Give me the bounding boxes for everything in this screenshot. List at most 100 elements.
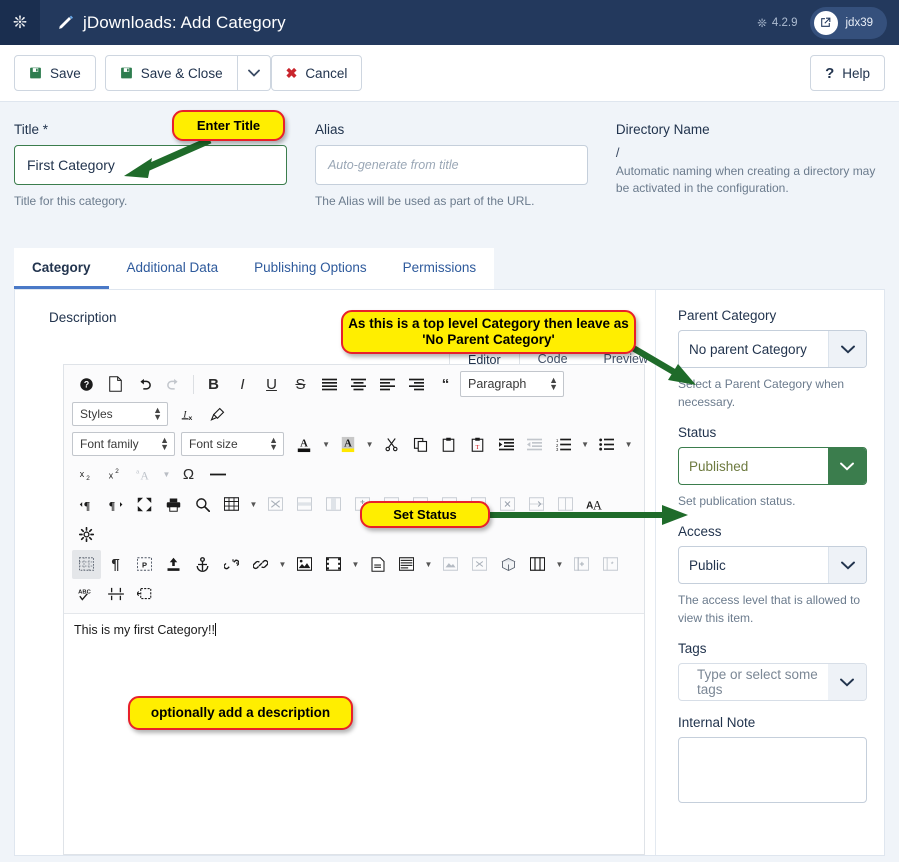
numbered-list-caret-icon[interactable]: ▼ (578, 430, 593, 459)
clear-formatting-brush-icon[interactable] (203, 400, 232, 429)
copy-icon[interactable] (406, 430, 435, 459)
spellchecker-icon[interactable]: ABC (72, 580, 101, 609)
parent-category-select[interactable]: No parent Category (678, 330, 867, 369)
delete-table-icon (261, 490, 290, 519)
access-select[interactable]: Public (678, 546, 867, 585)
print-icon[interactable] (159, 490, 188, 519)
title-input[interactable]: First Category (14, 145, 287, 185)
save-and-close-button[interactable]: Save & Close (104, 55, 238, 91)
numbered-list-icon[interactable]: 123 (549, 430, 578, 459)
help-icon[interactable]: ? (72, 370, 101, 399)
columns-icon[interactable] (523, 550, 552, 579)
chevron-down-icon[interactable] (828, 664, 866, 701)
article-icon[interactable] (363, 550, 392, 579)
horizontal-rule-icon[interactable] (203, 460, 232, 489)
indent-icon[interactable] (492, 430, 521, 459)
rtl-direction-icon[interactable]: ¶ (101, 490, 130, 519)
link-caret-icon[interactable]: ▼ (275, 550, 290, 579)
save-button[interactable]: Save (14, 55, 96, 91)
help-button[interactable]: ? Help (810, 55, 885, 91)
paragraph-format-value: Paragraph (468, 377, 527, 392)
unlink-icon[interactable] (217, 550, 246, 579)
editor-content-area[interactable]: This is my first Category!! (64, 614, 644, 646)
background-color-icon[interactable]: A (334, 430, 363, 459)
undo-icon[interactable] (130, 370, 159, 399)
page-break-icon[interactable]: P (130, 550, 159, 579)
tab-permissions[interactable]: Permissions (384, 248, 495, 290)
user-menu-button[interactable]: jdx39 (809, 6, 887, 39)
font-size-select[interactable]: Font size ▲ ▼ (181, 432, 284, 457)
chevron-down-icon[interactable] (828, 448, 866, 485)
cut-icon[interactable] (377, 430, 406, 459)
remove-format-icon[interactable]: Ix (174, 400, 203, 429)
table-caret-icon[interactable]: ▼ (246, 490, 261, 519)
media-icon[interactable] (319, 550, 348, 579)
italic-icon[interactable]: I (228, 370, 257, 399)
svg-text:A: A (593, 498, 602, 512)
fullscreen-icon[interactable] (130, 490, 159, 519)
show-invisible-chars-icon[interactable]: ¶ (101, 550, 130, 579)
paste-as-text-icon[interactable]: T (463, 430, 492, 459)
superscript-icon[interactable]: x2 (101, 460, 130, 489)
align-left-icon[interactable] (373, 370, 402, 399)
chevron-down-icon[interactable] (828, 547, 866, 584)
alias-input[interactable]: Auto-generate from title (314, 145, 588, 185)
link-icon[interactable] (246, 550, 275, 579)
save-close-split-button: Save & Close (104, 55, 271, 91)
spinner-icon: ▲ ▼ (153, 405, 162, 423)
settings-gear-icon[interactable] (72, 520, 101, 549)
bullet-list-icon[interactable] (593, 430, 622, 459)
underline-icon[interactable]: U (257, 370, 286, 399)
text-color-caret-icon[interactable]: ▼ (319, 430, 334, 459)
subscript-icon[interactable]: x2 (72, 460, 101, 489)
image-icon[interactable] (290, 550, 319, 579)
tags-input[interactable]: Type or select some tags (678, 663, 867, 702)
table-icon[interactable] (217, 490, 246, 519)
show-blocks-icon[interactable] (72, 549, 101, 579)
internal-note-textarea[interactable] (678, 737, 867, 804)
paragraph-format-select[interactable]: Paragraph ▲ ▼ (460, 371, 564, 398)
align-right-icon[interactable] (402, 370, 431, 399)
background-color-caret-icon[interactable]: ▼ (362, 430, 377, 459)
font-family-select[interactable]: Font family ▲ ▼ (72, 432, 175, 457)
styles-select[interactable]: Styles ▲ ▼ (72, 402, 168, 427)
cancel-button[interactable]: ✖ Cancel (270, 55, 363, 91)
paste-icon[interactable] (434, 430, 463, 459)
align-justify-icon[interactable] (315, 370, 344, 399)
strikethrough-icon[interactable]: S (286, 370, 315, 399)
chevron-down-icon (247, 69, 260, 77)
page-break-line-icon[interactable] (101, 580, 130, 609)
external-link-icon (813, 10, 838, 35)
columns-caret-icon[interactable]: ▼ (552, 550, 567, 579)
chevron-down-icon[interactable] (828, 331, 866, 368)
bullet-list-caret-icon[interactable]: ▼ (621, 430, 636, 459)
blockquote-icon[interactable]: “ (431, 370, 460, 399)
package-icon[interactable] (494, 550, 523, 579)
text-color-icon[interactable]: A (290, 430, 319, 459)
outdent-icon (520, 430, 549, 459)
insert-file-icon[interactable] (159, 550, 188, 579)
save-dropdown-toggle[interactable] (237, 55, 271, 91)
status-select[interactable]: Published (678, 447, 867, 486)
tags-label: Tags (678, 641, 707, 657)
tab-category[interactable]: Category (14, 248, 109, 290)
insert-nonbreaking-icon[interactable] (130, 580, 159, 609)
joomla-logo-button[interactable]: ❊ (0, 0, 40, 45)
bold-icon[interactable]: B (199, 370, 228, 399)
align-center-icon[interactable] (344, 370, 373, 399)
search-replace-icon[interactable] (188, 490, 217, 519)
module-icon[interactable] (392, 550, 421, 579)
new-document-icon[interactable] (101, 370, 130, 399)
tab-additional-data[interactable]: Additional Data (108, 248, 237, 290)
tab-permissions-label: Permissions (402, 260, 477, 276)
internal-note-label: Internal Note (678, 715, 756, 731)
svg-text:ABC: ABC (78, 590, 91, 596)
svg-text:2: 2 (115, 468, 119, 475)
anchor-icon[interactable] (188, 550, 217, 579)
typography-icon[interactable]: AA (580, 490, 609, 519)
ltr-direction-icon[interactable]: ¶ (72, 490, 101, 519)
special-character-icon[interactable]: Ω (174, 460, 203, 489)
media-caret-icon[interactable]: ▼ (348, 550, 363, 579)
tab-publishing-options[interactable]: Publishing Options (236, 248, 385, 290)
module-caret-icon[interactable]: ▼ (421, 550, 436, 579)
